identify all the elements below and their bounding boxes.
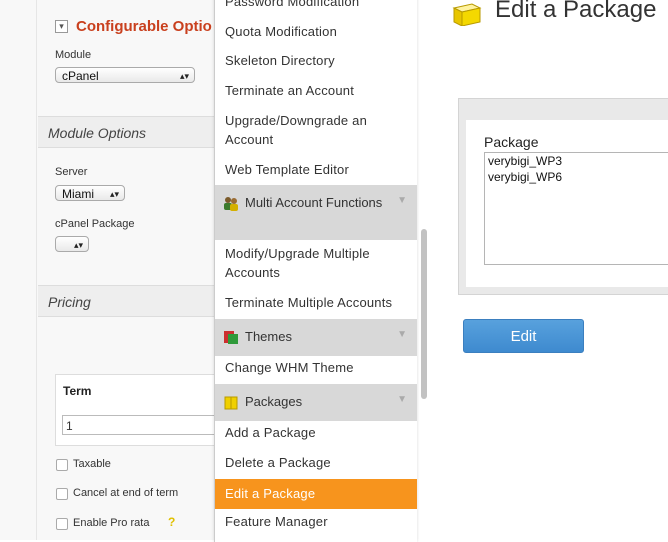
cancel-end-term-checkbox[interactable] <box>56 488 68 500</box>
term-input[interactable]: 1 <box>62 415 222 435</box>
module-label: Module <box>55 49 92 61</box>
module-options-heading: Module Options <box>38 116 238 148</box>
category-multi-account[interactable]: Multi Account Functions ▼ <box>215 185 417 240</box>
users-icon <box>224 197 238 211</box>
menu-item-edit-package[interactable]: Edit a Package <box>215 479 417 509</box>
taxable-checkbox[interactable] <box>56 459 68 471</box>
configurable-options-title: Configurable Optio <box>76 18 212 35</box>
collapse-toggle-icon[interactable]: ▾ <box>55 20 68 33</box>
server-label: Server <box>55 166 88 178</box>
themes-icon <box>224 331 238 344</box>
module-select[interactable]: cPanel ▴▾ <box>55 67 195 83</box>
package-option[interactable]: verybigi_WP6 <box>485 169 668 185</box>
enable-prorata-label: Enable Pro rata <box>73 517 150 529</box>
help-icon[interactable]: ? <box>168 515 175 529</box>
category-multi-account-label: Multi Account Functions <box>245 195 383 210</box>
chevron-down-icon: ▼ <box>397 394 407 405</box>
menu-scrollbar[interactable] <box>421 229 427 399</box>
cancel-end-term-label: Cancel at end of term <box>73 487 179 499</box>
menu-item-change-whm-theme[interactable]: Change WHM Theme <box>215 358 417 377</box>
cpanel-package-label: cPanel Package <box>55 218 135 230</box>
chevron-down-icon: ▼ <box>397 329 407 340</box>
menu-item-modify-upgrade-multiple[interactable]: Modify/Upgrade Multiple Accounts <box>215 244 405 282</box>
category-packages-label: Packages <box>245 394 303 409</box>
package-label: Package <box>484 134 539 150</box>
chevron-down-icon: ▼ <box>397 195 407 206</box>
package-icon <box>452 3 482 26</box>
term-column-header: Term <box>63 384 92 398</box>
select-arrows-icon: ▴▾ <box>73 240 83 250</box>
whm-sidebar-menu: Password Modification Quota Modification… <box>214 0 417 542</box>
module-select-value: cPanel <box>62 69 99 83</box>
menu-item-quota-modification[interactable]: Quota Modification <box>215 22 417 41</box>
menu-item-upgrade-downgrade[interactable]: Upgrade/Downgrade an Account <box>215 111 395 149</box>
menu-item-feature-manager[interactable]: Feature Manager <box>215 512 417 531</box>
taxable-label: Taxable <box>73 458 111 470</box>
category-themes-label: Themes <box>245 329 292 344</box>
menu-item-password-modification[interactable]: Password Modification <box>215 0 417 11</box>
enable-prorata-checkbox[interactable] <box>56 518 68 530</box>
cpanel-package-select[interactable]: ▴▾ <box>55 236 89 252</box>
page-title: Edit a Package <box>495 0 657 23</box>
menu-item-skeleton-directory[interactable]: Skeleton Directory <box>215 51 417 70</box>
server-select-value: Miami <box>62 187 94 201</box>
menu-item-terminate-multiple[interactable]: Terminate Multiple Accounts <box>215 293 417 312</box>
select-arrows-icon: ▴▾ <box>109 189 119 199</box>
package-icon <box>224 396 238 410</box>
category-packages[interactable]: Packages ▼ <box>215 384 417 421</box>
select-arrows-icon: ▴▾ <box>179 71 189 81</box>
pricing-heading: Pricing <box>38 285 238 317</box>
edit-button[interactable]: Edit <box>463 319 584 353</box>
menu-item-add-package[interactable]: Add a Package <box>215 423 417 442</box>
menu-item-web-template-editor[interactable]: Web Template Editor <box>215 160 417 179</box>
menu-item-terminate-account[interactable]: Terminate an Account <box>215 81 417 100</box>
menu-item-delete-package[interactable]: Delete a Package <box>215 453 417 472</box>
package-listbox[interactable]: verybigi_WP3 verybigi_WP6 <box>484 152 668 265</box>
category-themes[interactable]: Themes ▼ <box>215 319 417 356</box>
package-option[interactable]: verybigi_WP3 <box>485 153 668 169</box>
server-select[interactable]: Miami ▴▾ <box>55 185 125 201</box>
